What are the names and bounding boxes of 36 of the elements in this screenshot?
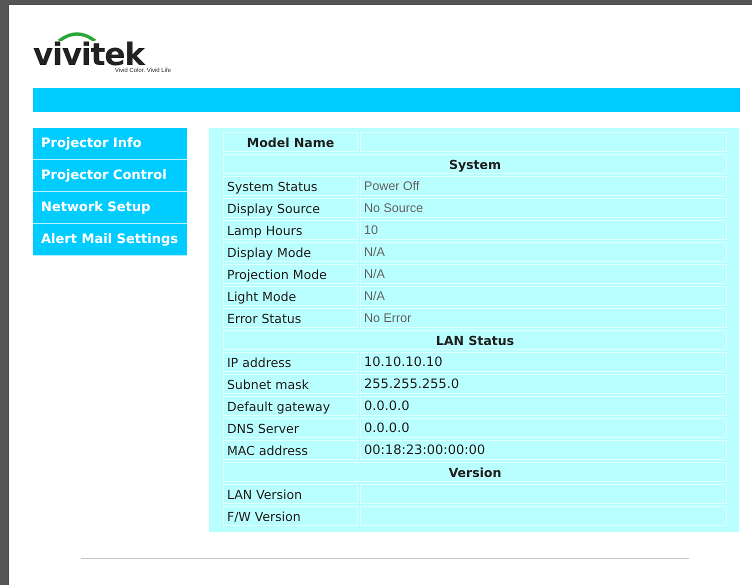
section-heading: LAN Status [223, 330, 727, 350]
nav-link[interactable]: Projector Control [33, 160, 187, 192]
table-cell: No Error [360, 308, 727, 328]
table-cell: Display Source [223, 198, 358, 218]
table-cell: System Status [223, 176, 358, 196]
table-cell: N/A [360, 242, 727, 262]
table-cell: 255.255.255.0 [360, 374, 727, 394]
table-cell: Power Off [360, 176, 727, 196]
logo-arc-icon [57, 31, 97, 41]
table-cell: 0.0.0.0 [360, 418, 727, 438]
table-cell: DNS Server [223, 418, 358, 438]
table-cell: Display Mode [223, 242, 358, 262]
table-cell: Subnet mask [223, 374, 358, 394]
section-heading: Version [223, 462, 727, 482]
table-cell: Lamp Hours [223, 220, 358, 240]
section-heading: System [223, 154, 727, 174]
table-cell: LAN Version [223, 484, 358, 504]
table-cell: No Source [360, 198, 727, 218]
table-cell: N/A [360, 286, 727, 306]
table-cell: MAC address [223, 440, 358, 460]
table-cell: Error Status [223, 308, 358, 328]
table-cell: N/A [360, 264, 727, 284]
table-cell: 00:18:23:00:00:00 [360, 440, 727, 460]
table-header-cell: Model Name [223, 132, 358, 152]
table-cell: Light Mode [223, 286, 358, 306]
table-cell: Projection Mode [223, 264, 358, 284]
table-cell: IP address [223, 352, 358, 372]
nav-link[interactable]: Network Setup [33, 192, 187, 224]
table-cell: F/W Version [223, 506, 358, 526]
table-cell: 0.0.0.0 [360, 396, 727, 416]
table-cell: 10 [360, 220, 727, 240]
table-cell: 10.10.10.10 [360, 352, 727, 372]
logo: vivitek [33, 42, 144, 68]
table-cell: Default gateway [223, 396, 358, 416]
nav-link[interactable]: Projector Info [33, 128, 187, 160]
nav-link[interactable]: Alert Mail Settings [33, 224, 187, 256]
